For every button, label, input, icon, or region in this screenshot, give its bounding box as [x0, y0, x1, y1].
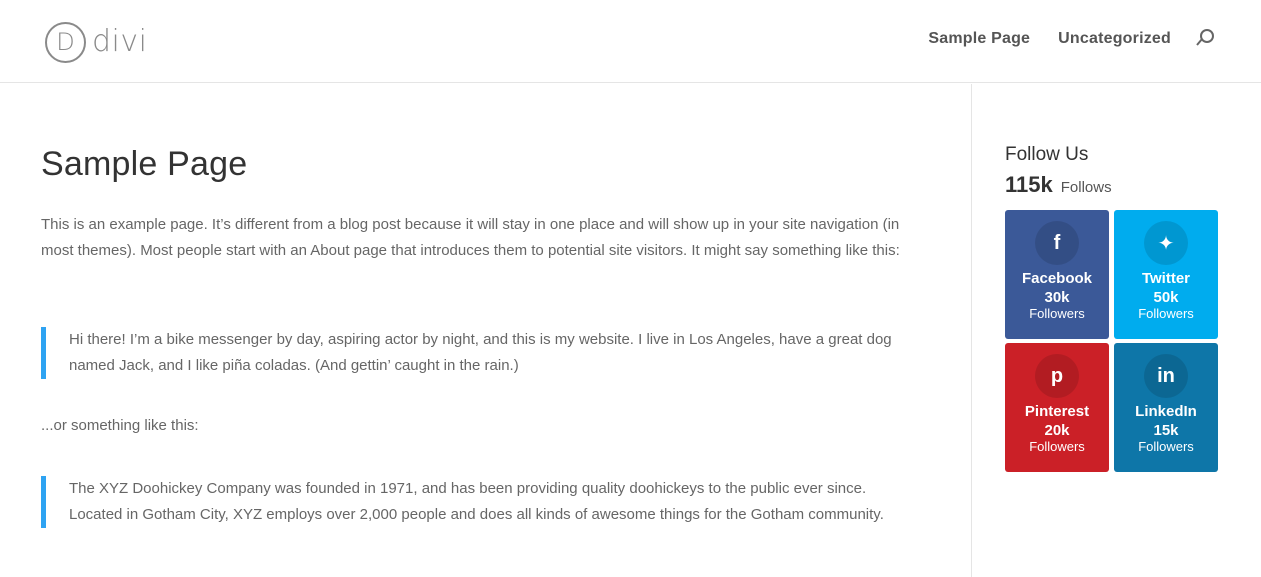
follow-total-label: Follows — [1060, 179, 1112, 196]
follow-total: 115k Follows — [1005, 172, 1220, 198]
tile-count: 30k — [1044, 289, 1070, 306]
linkedin-icon: in — [1144, 354, 1188, 398]
nav-uncategorized[interactable]: Uncategorized — [1058, 30, 1171, 48]
linkedin-tile[interactable]: in LinkedIn 15k Followers — [1114, 343, 1218, 472]
follow-title: Follow Us — [1005, 144, 1089, 165]
facebook-tile[interactable]: f Facebook 30k Followers — [1005, 210, 1109, 339]
search-icon[interactable] — [1195, 27, 1217, 51]
nav-sample-page[interactable]: Sample Page — [928, 30, 1030, 48]
tile-sub: Followers — [1138, 306, 1194, 321]
between-paragraph: ...or something like this: — [41, 417, 199, 434]
tile-name: Pinterest — [1024, 403, 1090, 420]
social-tiles: f Facebook 30k Followers ✦ Twitter 50k F… — [1005, 210, 1218, 472]
tile-count: 20k — [1044, 422, 1070, 439]
tile-sub: Followers — [1029, 306, 1085, 321]
site-header: D divi Sample Page Uncategorized — [0, 0, 1261, 83]
blockquote-2: The XYZ Doohickey Company was founded in… — [41, 476, 911, 528]
intro-paragraph: This is an example page. It’s different … — [41, 216, 900, 259]
sidebar-divider — [971, 84, 972, 577]
twitter-icon: ✦ — [1144, 221, 1188, 265]
follow-widget: Follow Us 115k Follows — [1005, 144, 1220, 198]
blockquote-1: Hi there! I’m a bike messenger by day, a… — [41, 327, 911, 379]
tile-count: 15k — [1153, 422, 1179, 439]
follow-total-count: 115k — [1005, 172, 1053, 197]
pinterest-icon: p — [1035, 354, 1079, 398]
logo-mark: D — [45, 21, 86, 63]
logo-text: divi — [92, 23, 148, 59]
facebook-icon: f — [1035, 221, 1079, 265]
tile-name: Twitter — [1141, 270, 1191, 287]
pinterest-tile[interactable]: p Pinterest 20k Followers — [1005, 343, 1109, 472]
tile-sub: Followers — [1029, 439, 1085, 454]
twitter-tile[interactable]: ✦ Twitter 50k Followers — [1114, 210, 1218, 339]
tile-count: 50k — [1153, 289, 1179, 306]
tile-name: LinkedIn — [1135, 403, 1197, 420]
site-logo[interactable]: D divi — [45, 20, 147, 64]
tile-name: Facebook — [1021, 270, 1093, 287]
page-title: Sample Page — [41, 145, 248, 183]
tile-sub: Followers — [1138, 439, 1194, 454]
main-nav: Sample Page Uncategorized — [928, 27, 1217, 51]
